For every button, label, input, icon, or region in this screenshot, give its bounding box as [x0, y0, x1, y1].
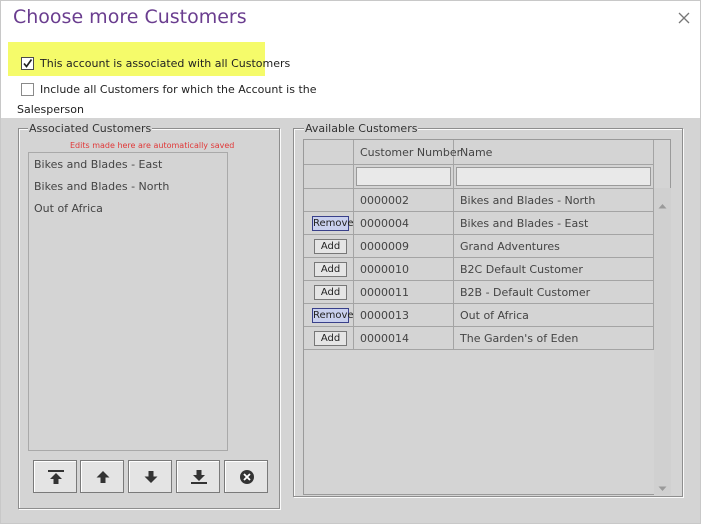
customer-number-cell: 0000004	[360, 217, 409, 230]
grid-divider	[304, 164, 654, 165]
name-filter-input[interactable]	[456, 167, 651, 186]
salesperson-checkbox[interactable]	[21, 83, 34, 96]
customer-number-cell: 0000010	[360, 263, 409, 276]
move-bottom-button[interactable]	[176, 460, 220, 493]
all-customers-label: This account is associated with all Cust…	[40, 57, 291, 70]
remove-button[interactable]	[224, 460, 268, 493]
column-header-number[interactable]: Customer Number	[360, 146, 461, 159]
scroll-up-icon[interactable]	[658, 194, 667, 213]
list-item[interactable]: Out of Africa	[34, 202, 103, 215]
customer-name-cell: Bikes and Blades - East	[460, 217, 589, 230]
column-header-name[interactable]: Name	[460, 146, 492, 159]
move-top-button[interactable]	[33, 460, 77, 493]
customer-name-cell: Grand Adventures	[460, 240, 560, 253]
customer-number-cell: 0000011	[360, 286, 409, 299]
move-up-button[interactable]	[80, 460, 124, 493]
remove-customer-button[interactable]: Remove	[312, 308, 354, 323]
associated-legend: Associated Customers	[28, 122, 153, 135]
available-legend: Available Customers	[304, 122, 419, 135]
salesperson-label-cont: Salesperson	[17, 103, 84, 116]
customer-name-cell: The Garden's of Eden	[460, 332, 579, 345]
customer-name-cell: Out of Africa	[460, 309, 529, 322]
customer-number-cell: 0000014	[360, 332, 409, 345]
dialog-title: Choose more Customers	[13, 6, 247, 28]
autosave-note: Edits made here are automatically saved	[70, 141, 235, 150]
customer-number-cell: 0000013	[360, 309, 409, 322]
row-divider	[304, 349, 654, 350]
add-customer-button[interactable]: Add	[314, 331, 347, 346]
customer-name-cell: Bikes and Blades - North	[460, 194, 596, 207]
customer-name-cell: B2B - Default Customer	[460, 286, 591, 299]
close-icon[interactable]	[676, 10, 692, 26]
associated-list[interactable]	[28, 152, 228, 451]
customer-name-cell: B2C Default Customer	[460, 263, 583, 276]
add-customer-button[interactable]: Add	[314, 239, 347, 254]
salesperson-label: Include all Customers for which the Acco…	[40, 83, 317, 96]
all-customers-checkbox[interactable]	[21, 57, 34, 70]
remove-customer-button[interactable]: Remove	[312, 216, 354, 231]
add-customer-button[interactable]: Add	[314, 262, 347, 277]
vertical-scrollbar[interactable]	[654, 188, 671, 495]
number-filter-input[interactable]	[356, 167, 451, 186]
scroll-down-icon[interactable]	[658, 477, 667, 496]
customer-number-cell: 0000002	[360, 194, 409, 207]
list-item[interactable]: Bikes and Blades - North	[34, 180, 169, 193]
list-item[interactable]: Bikes and Blades - East	[34, 158, 162, 171]
add-customer-button[interactable]: Add	[314, 285, 347, 300]
move-down-button[interactable]	[128, 460, 172, 493]
customer-number-cell: 0000009	[360, 240, 409, 253]
